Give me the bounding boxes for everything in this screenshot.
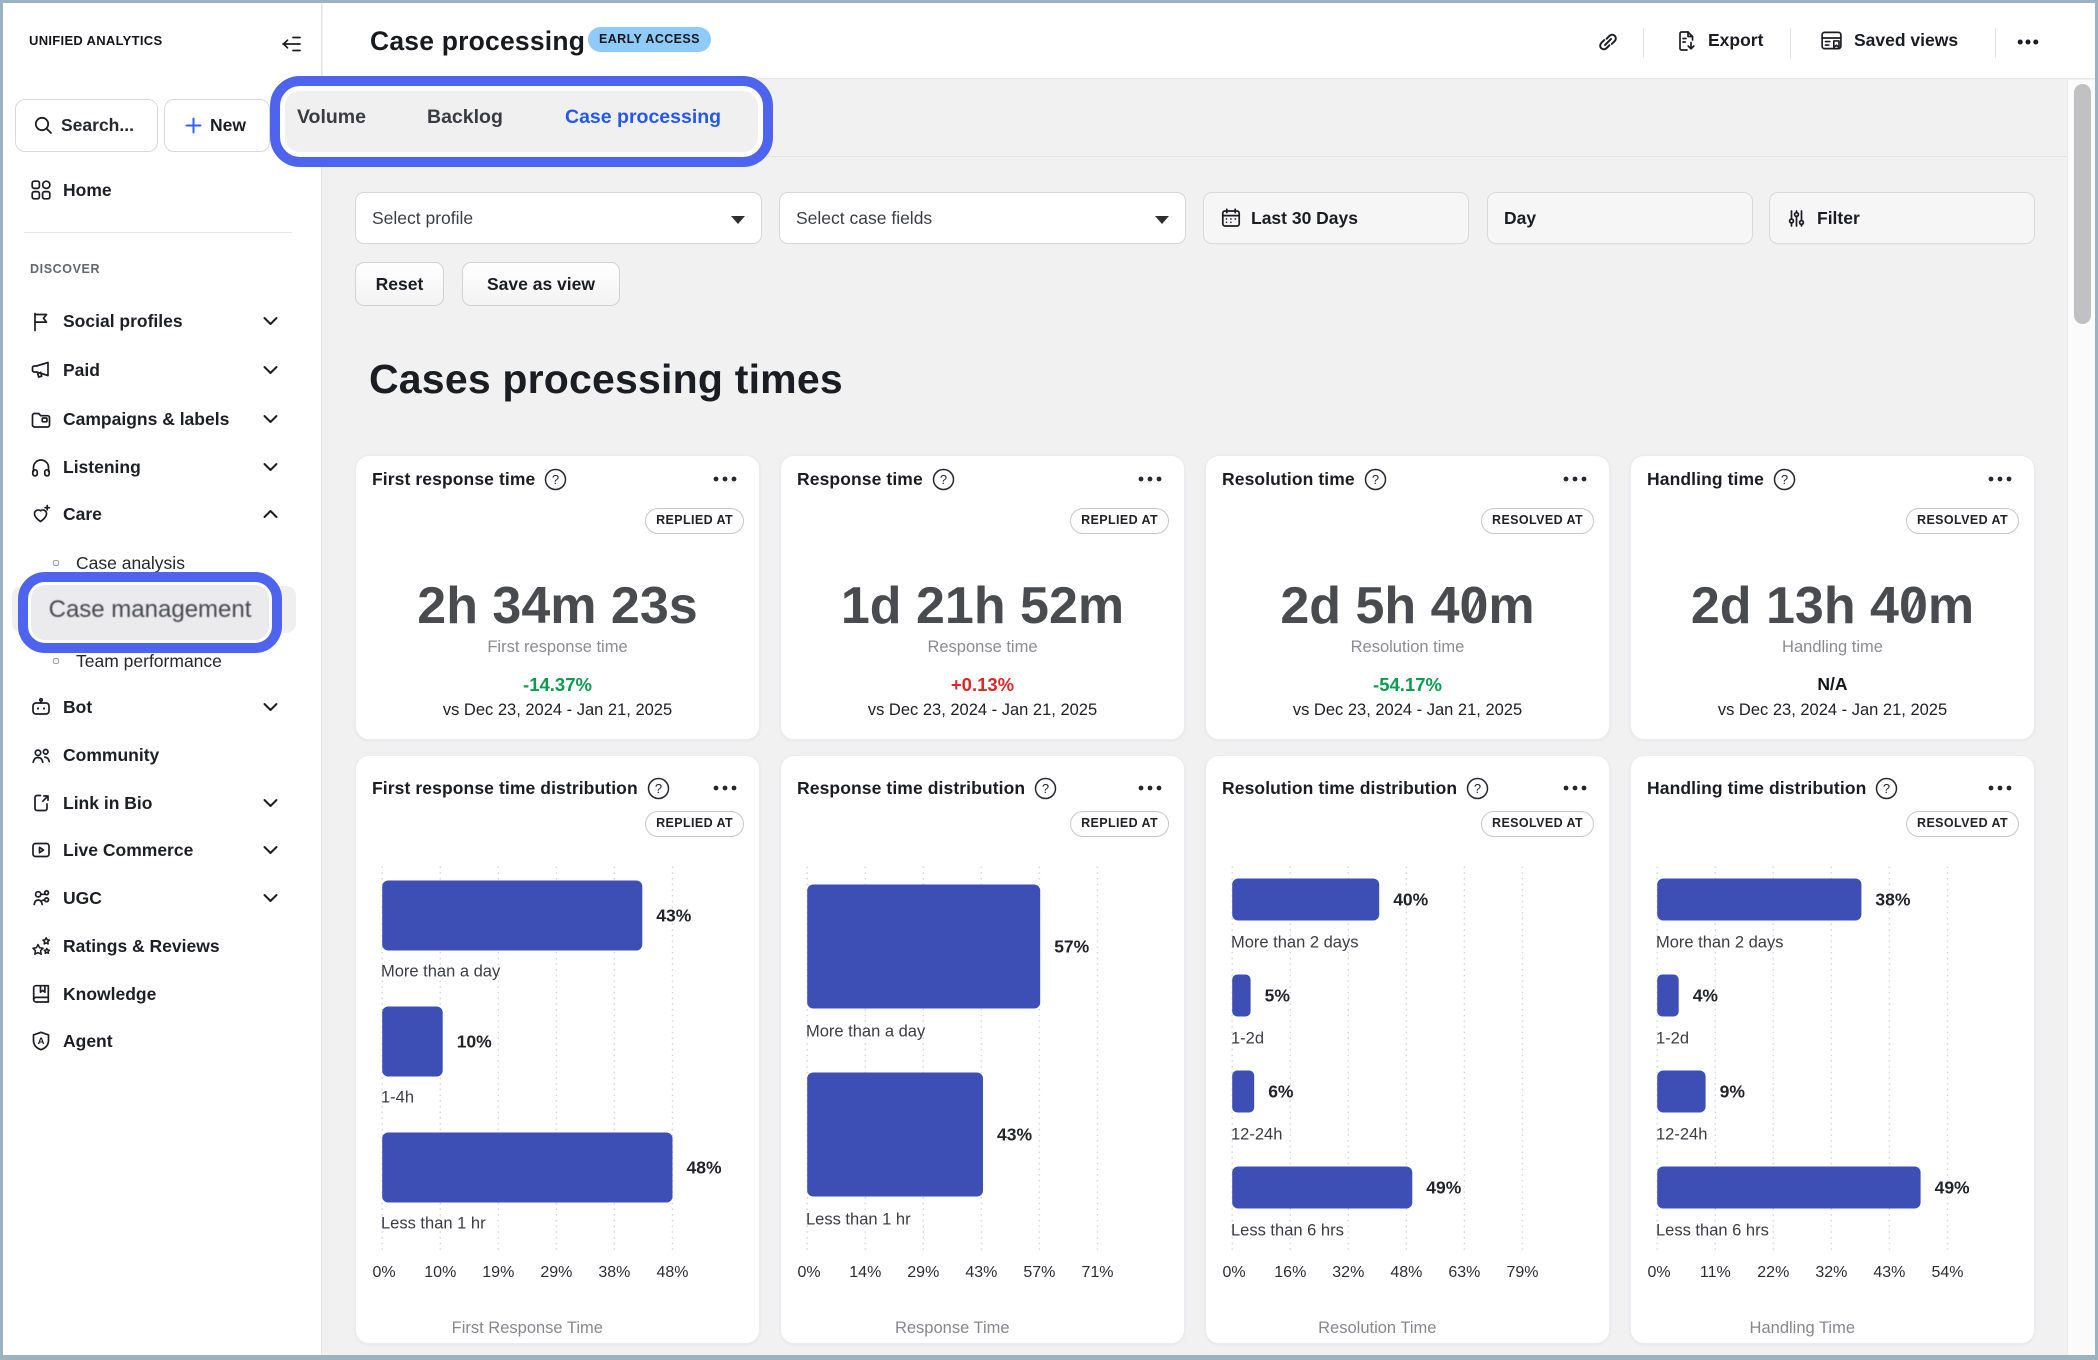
svg-text:29%: 29% (907, 1264, 939, 1281)
svg-text:43%: 43% (656, 906, 691, 926)
svg-text:Less than 6 hrs: Less than 6 hrs (1656, 1222, 1769, 1240)
svg-text:Response Time: Response Time (895, 1319, 1010, 1337)
svg-text:More than 2 days: More than 2 days (1656, 934, 1784, 952)
svg-text:More than 2 days: More than 2 days (1231, 934, 1359, 952)
svg-text:12-24h: 12-24h (1231, 1126, 1282, 1144)
svg-text:1-4h: 1-4h (381, 1089, 414, 1107)
svg-text:48%: 48% (687, 1158, 722, 1178)
svg-text:19%: 19% (482, 1264, 514, 1281)
svg-text:38%: 38% (1875, 890, 1910, 910)
svg-text:?: ? (1042, 781, 1049, 796)
svg-text:43%: 43% (1873, 1264, 1905, 1281)
svg-text:4%: 4% (1693, 986, 1719, 1006)
svg-text:43%: 43% (965, 1264, 997, 1281)
svg-text:?: ? (940, 472, 947, 487)
svg-text:Less than 6 hrs: Less than 6 hrs (1231, 1222, 1344, 1240)
svg-text:0%: 0% (1222, 1264, 1245, 1281)
svg-text:48%: 48% (656, 1264, 688, 1281)
svg-text:6%: 6% (1268, 1082, 1294, 1102)
svg-text:1-2d: 1-2d (1656, 1030, 1689, 1048)
svg-text:63%: 63% (1448, 1264, 1480, 1281)
svg-text:?: ? (1372, 472, 1379, 487)
svg-text:38%: 38% (598, 1264, 630, 1281)
svg-text:More than a day: More than a day (806, 1023, 926, 1041)
svg-text:Less than 1 hr: Less than 1 hr (381, 1215, 486, 1233)
svg-text:48%: 48% (1390, 1264, 1422, 1281)
svg-text:1-2d: 1-2d (1231, 1030, 1264, 1048)
svg-text:?: ? (1474, 781, 1481, 796)
svg-text:9%: 9% (1720, 1082, 1746, 1102)
svg-text:32%: 32% (1815, 1264, 1847, 1281)
svg-text:22%: 22% (1757, 1264, 1789, 1281)
svg-text:?: ? (552, 472, 559, 487)
svg-text:40%: 40% (1393, 890, 1428, 910)
svg-text:More than a day: More than a day (381, 963, 501, 981)
svg-text:16%: 16% (1274, 1264, 1306, 1281)
svg-text:?: ? (655, 781, 662, 796)
svg-text:49%: 49% (1935, 1178, 1970, 1198)
svg-text:First Response Time: First Response Time (452, 1319, 603, 1337)
svg-text:29%: 29% (540, 1264, 572, 1281)
svg-text:49%: 49% (1426, 1178, 1461, 1198)
svg-text:43%: 43% (997, 1125, 1032, 1145)
svg-text:A: A (38, 1036, 45, 1047)
svg-text:54%: 54% (1931, 1264, 1963, 1281)
svg-text:57%: 57% (1054, 937, 1089, 957)
svg-text:32%: 32% (1332, 1264, 1364, 1281)
svg-text:57%: 57% (1023, 1264, 1055, 1281)
svg-text:Handling Time: Handling Time (1750, 1319, 1855, 1337)
svg-text:0%: 0% (1647, 1264, 1670, 1281)
svg-text:Resolution Time: Resolution Time (1318, 1319, 1436, 1337)
svg-text:11%: 11% (1700, 1264, 1731, 1281)
svg-text:Less than 1 hr: Less than 1 hr (806, 1211, 911, 1229)
svg-text:12-24h: 12-24h (1656, 1126, 1707, 1144)
svg-text:5%: 5% (1265, 986, 1291, 1006)
svg-text:0%: 0% (372, 1264, 395, 1281)
svg-text:?: ? (1781, 472, 1788, 487)
svg-text:79%: 79% (1506, 1264, 1538, 1281)
svg-text:14%: 14% (849, 1264, 881, 1281)
svg-text:?: ? (1883, 781, 1890, 796)
svg-text:71%: 71% (1081, 1264, 1113, 1281)
svg-text:0%: 0% (797, 1264, 820, 1281)
svg-text:10%: 10% (457, 1032, 492, 1052)
svg-text:10%: 10% (424, 1264, 456, 1281)
